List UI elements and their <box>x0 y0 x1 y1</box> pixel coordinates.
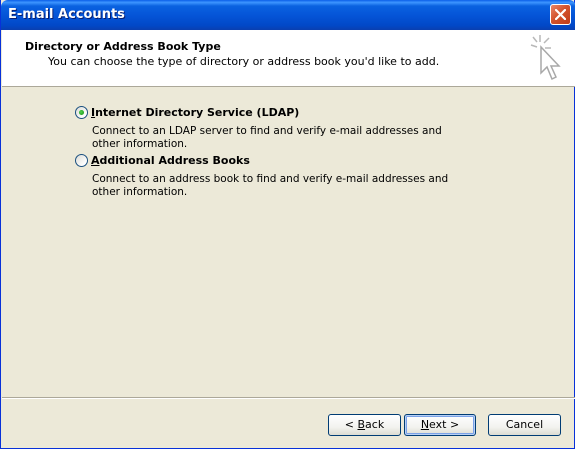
address-books-label[interactable]: Additional Address Books <box>91 154 250 167</box>
ldap-radio[interactable] <box>75 106 88 119</box>
cancel-button[interactable]: Cancel <box>488 414 561 436</box>
wizard-header: Directory or Address Book Type You can c… <box>2 30 575 87</box>
radio-selected-dot <box>79 110 84 115</box>
wizard-cursor-icon <box>530 35 561 81</box>
back-button[interactable]: < Back <box>328 414 401 436</box>
next-button[interactable]: Next > <box>404 414 476 436</box>
address-books-description: Connect to an address book to find and v… <box>92 173 449 198</box>
button-separator <box>2 397 575 399</box>
page-subtitle: You can choose the type of directory or … <box>48 55 440 68</box>
email-accounts-dialog: E-mail Accounts Directory or Address Boo… <box>0 0 575 449</box>
title-bar[interactable]: E-mail Accounts <box>1 0 575 30</box>
page-title: Directory or Address Book Type <box>25 40 221 53</box>
address-books-radio[interactable] <box>75 154 88 167</box>
window-title: E-mail Accounts <box>8 7 125 22</box>
close-icon <box>555 9 566 20</box>
close-button[interactable] <box>550 4 571 25</box>
ldap-label[interactable]: Internet Directory Service (LDAP) <box>91 106 299 119</box>
ldap-description: Connect to an LDAP server to find and ve… <box>92 125 442 150</box>
